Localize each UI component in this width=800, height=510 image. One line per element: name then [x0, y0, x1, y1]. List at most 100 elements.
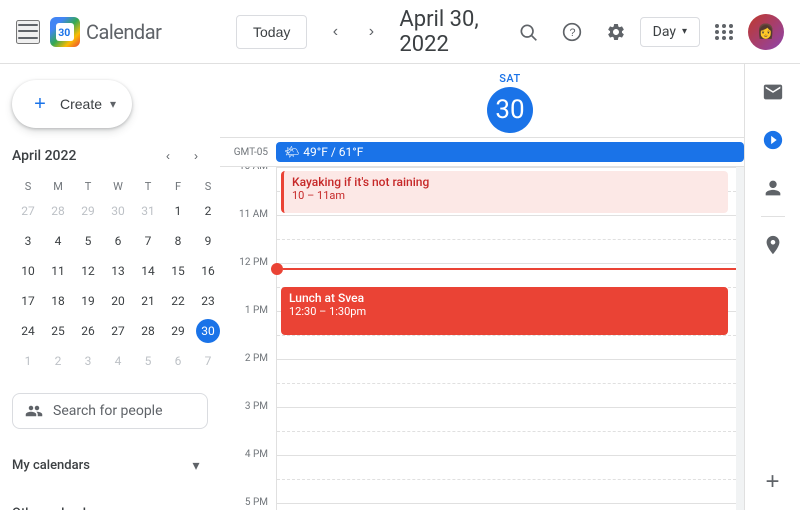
- menu-button[interactable]: [16, 20, 40, 44]
- mini-cal-day[interactable]: 4: [104, 347, 132, 375]
- mini-next-button[interactable]: ›: [184, 144, 208, 168]
- my-calendars-header[interactable]: My calendars ▾: [12, 445, 208, 485]
- people-search-icon: [25, 402, 43, 420]
- mini-cal-day[interactable]: 1: [14, 347, 42, 375]
- next-button[interactable]: ›: [355, 16, 387, 48]
- mini-cal-day[interactable]: 28: [44, 197, 72, 225]
- mini-cal-day[interactable]: 4: [44, 227, 72, 255]
- mini-cal-day[interactable]: 28: [134, 317, 162, 345]
- weather-event[interactable]: 🌤 49°F / 61°F: [276, 142, 744, 162]
- kayaking-title: Kayaking if it's not raining: [292, 175, 720, 189]
- mini-cal-day[interactable]: 14: [134, 257, 162, 285]
- mini-cal-day[interactable]: 11: [44, 257, 72, 285]
- allday-area: GMT-05 🌤 49°F / 61°F: [220, 138, 744, 167]
- mini-cal-weekday-header: W: [104, 178, 132, 195]
- current-time-indicator: [277, 263, 736, 275]
- mini-cal-day[interactable]: 22: [164, 287, 192, 315]
- app-title: Calendar: [86, 20, 161, 44]
- mini-cal-day[interactable]: 27: [104, 317, 132, 345]
- mini-cal-day[interactable]: 20: [104, 287, 132, 315]
- lunch-event[interactable]: Lunch at Svea 12:30 – 1:30pm: [281, 287, 728, 335]
- mini-cal-day[interactable]: 3: [74, 347, 102, 375]
- scrollbar[interactable]: [736, 167, 744, 510]
- view-selector[interactable]: Day ▾: [640, 17, 700, 47]
- mini-cal-day[interactable]: 29: [164, 317, 192, 345]
- contacts-panel-button[interactable]: [753, 168, 793, 208]
- mini-cal-header: April 2022 ‹ ›: [12, 144, 208, 168]
- top-bar-left: 30 Calendar: [16, 17, 236, 47]
- today-button[interactable]: Today: [236, 15, 307, 49]
- day-number[interactable]: 30: [487, 87, 533, 133]
- mini-cal-day[interactable]: 15: [164, 257, 192, 285]
- plus-icon: +: [28, 92, 52, 116]
- mini-cal-day[interactable]: 8: [164, 227, 192, 255]
- mini-cal-weekday-header: T: [74, 178, 102, 195]
- add-other-calendar[interactable]: +: [156, 501, 180, 510]
- mail-panel-button[interactable]: [753, 72, 793, 112]
- other-calendars-title: Other calendars: [12, 506, 104, 510]
- day-header: SAT 30: [220, 64, 744, 138]
- half-line: [277, 335, 736, 336]
- search-button[interactable]: [508, 12, 548, 52]
- mini-cal-day[interactable]: 6: [164, 347, 192, 375]
- mini-cal-day[interactable]: 3: [14, 227, 42, 255]
- mini-cal-day[interactable]: 7: [194, 347, 220, 375]
- hour-line: [277, 359, 736, 360]
- prev-button[interactable]: ‹: [319, 16, 351, 48]
- mini-cal-day[interactable]: 31: [134, 197, 162, 225]
- mini-cal-day[interactable]: 13: [104, 257, 132, 285]
- kayaking-event[interactable]: Kayaking if it's not raining 10 – 11am: [281, 171, 728, 213]
- mini-cal-day[interactable]: 30: [194, 317, 220, 345]
- gmt-label: GMT-05: [234, 147, 268, 158]
- mini-cal-day[interactable]: 9: [194, 227, 220, 255]
- mini-cal-day[interactable]: 5: [74, 227, 102, 255]
- weather-text: 49°F / 61°F: [303, 145, 363, 159]
- mini-cal-day[interactable]: 19: [74, 287, 102, 315]
- mini-cal-day[interactable]: 5: [134, 347, 162, 375]
- mini-cal-day[interactable]: 1: [164, 197, 192, 225]
- mini-prev-button[interactable]: ‹: [156, 144, 180, 168]
- mini-cal-day[interactable]: 7: [134, 227, 162, 255]
- help-button[interactable]: ?: [552, 12, 592, 52]
- time-grid: 10 AM11 AM12 PM1 PM2 PM3 PM4 PM5 PM6 PM7…: [220, 167, 744, 510]
- mini-cal-day[interactable]: 10: [14, 257, 42, 285]
- mini-cal-day[interactable]: 23: [194, 287, 220, 315]
- other-calendars-chevron[interactable]: ▾: [184, 501, 208, 510]
- mini-cal-day[interactable]: 29: [74, 197, 102, 225]
- tasks-panel-button[interactable]: [753, 120, 793, 160]
- search-people[interactable]: Search for people: [12, 393, 208, 429]
- mini-cal-day[interactable]: 27: [14, 197, 42, 225]
- create-button[interactable]: + Create ▾: [12, 80, 132, 128]
- search-people-label: Search for people: [53, 403, 163, 419]
- app-logo: 30 Calendar: [50, 17, 161, 47]
- mini-cal-day[interactable]: 18: [44, 287, 72, 315]
- mini-cal-day[interactable]: 30: [104, 197, 132, 225]
- top-bar-right: ? Day ▾ 👩: [508, 12, 784, 52]
- add-panel-button[interactable]: +: [753, 462, 793, 502]
- day-column-header: SAT 30: [276, 64, 744, 137]
- time-label: 12 PM: [239, 257, 268, 268]
- my-calendars-chevron[interactable]: ▾: [184, 453, 208, 477]
- mini-cal-day[interactable]: 16: [194, 257, 220, 285]
- mini-cal-day[interactable]: 2: [194, 197, 220, 225]
- avatar[interactable]: 👩: [748, 14, 784, 50]
- hour-line: [277, 407, 736, 408]
- other-calendars-header[interactable]: Other calendars + ▾: [12, 493, 208, 510]
- mini-cal-day[interactable]: 25: [44, 317, 72, 345]
- half-line: [277, 383, 736, 384]
- my-calendars-section: My calendars ▾: [0, 441, 220, 489]
- apps-button[interactable]: [704, 12, 744, 52]
- grid-column: Kayaking if it's not raining 10 – 11am L…: [276, 167, 736, 510]
- time-slot: 10 AM: [220, 167, 276, 215]
- mini-cal-day[interactable]: 12: [74, 257, 102, 285]
- other-calendars-section: Other calendars + ▾: [0, 489, 220, 510]
- time-slot: 2 PM: [220, 359, 276, 407]
- mini-cal-day[interactable]: 21: [134, 287, 162, 315]
- mini-cal-day[interactable]: 2: [44, 347, 72, 375]
- mini-cal-day[interactable]: 26: [74, 317, 102, 345]
- mini-cal-day[interactable]: 6: [104, 227, 132, 255]
- mini-cal-day[interactable]: 17: [14, 287, 42, 315]
- mini-cal-day[interactable]: 24: [14, 317, 42, 345]
- settings-button[interactable]: [596, 12, 636, 52]
- maps-panel-button[interactable]: [753, 225, 793, 265]
